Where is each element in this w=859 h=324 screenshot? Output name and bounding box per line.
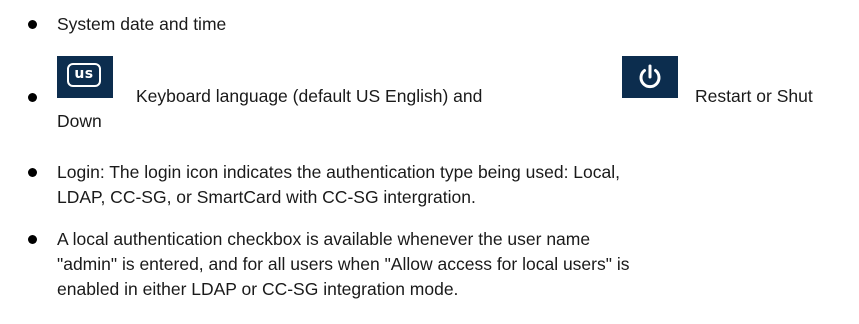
list-item-line: A local authentication checkbox is avail…	[57, 229, 591, 249]
bullet-dot	[28, 20, 37, 29]
list-item-line: enabled in either LDAP or CC-SG integrat…	[57, 279, 459, 299]
restart-shutdown-text: Restart or Shut	[695, 86, 813, 106]
list-item-text: A local authentication checkbox is avail…	[57, 227, 838, 302]
list-item-line-continued: Down	[57, 111, 102, 131]
list-item-keyboard-restart: us Keyboard language (default US English…	[28, 54, 838, 134]
list-item-text: Login: The login icon indicates the auth…	[57, 160, 838, 210]
list-item-line: "admin" is entered, and for all users wh…	[57, 254, 630, 274]
bullet-dot	[28, 93, 37, 102]
power-symbol-graphic	[639, 64, 661, 89]
bullet-dot	[28, 168, 37, 177]
list-item-line: Login: The login icon indicates the auth…	[57, 162, 620, 182]
us-icon-label: us	[67, 63, 101, 87]
list-item-text: System date and time	[57, 14, 227, 34]
keyboard-language-us-icon: us	[57, 56, 113, 98]
document-page: System date and time us Keyboard languag…	[0, 0, 859, 324]
list-item-line: LDAP, CC-SG, or SmartCard with CC-SG int…	[57, 187, 476, 207]
keyboard-language-text: Keyboard language (default US English) a…	[136, 86, 483, 106]
bullet-dot	[28, 235, 37, 244]
power-icon	[622, 56, 678, 98]
